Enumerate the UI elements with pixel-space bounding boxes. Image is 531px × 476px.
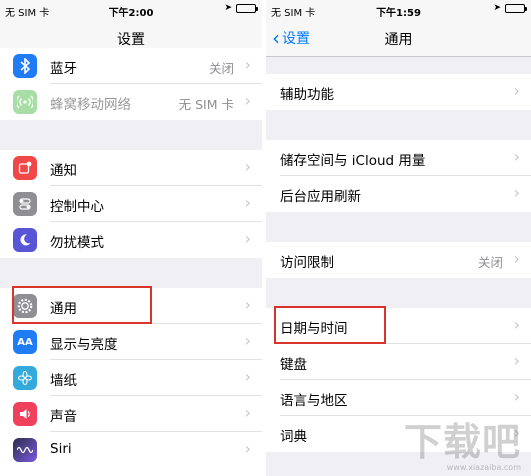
- chevron-right-icon: ›: [513, 147, 520, 166]
- general-row-date-time[interactable]: 日期与时间 ›: [266, 308, 531, 344]
- row-label: 控制中心: [50, 199, 104, 215]
- battery-icon: [505, 3, 527, 13]
- nav-bar: ‹ 设置 通用: [266, 20, 531, 57]
- row-label: Siri: [50, 441, 72, 457]
- page-title: 设置: [117, 32, 145, 48]
- notifications-icon: [13, 156, 37, 180]
- location-icon: ➤: [224, 3, 232, 13]
- row-label: 访问限制: [280, 255, 334, 271]
- location-icon: ➤: [493, 3, 501, 13]
- settings-row-siri[interactable]: Siri ›: [0, 432, 262, 476]
- row-label: 通知: [50, 163, 77, 179]
- settings-row-bluetooth[interactable]: 蓝牙 关闭 ›: [0, 48, 262, 84]
- row-label: 勿扰模式: [50, 235, 104, 251]
- settings-row-display[interactable]: AA 显示与亮度 ›: [0, 324, 262, 360]
- settings-row-general[interactable]: 通用 ›: [0, 288, 262, 324]
- status-time: 下午2:00: [108, 8, 154, 19]
- row-value: 关闭: [477, 255, 503, 270]
- sound-icon: [13, 402, 37, 426]
- settings-row-control-center[interactable]: 控制中心 ›: [0, 186, 262, 222]
- control-center-icon: [13, 192, 37, 216]
- status-time: 下午1:59: [376, 8, 421, 19]
- moon-icon: [13, 228, 37, 252]
- row-label: 词典: [280, 429, 307, 445]
- row-label: 键盘: [280, 357, 307, 373]
- chevron-right-icon: ›: [244, 367, 251, 386]
- battery-icon: [236, 3, 258, 13]
- wallpaper-icon: [13, 366, 37, 390]
- chevron-right-icon: ›: [513, 249, 520, 268]
- general-screen: 无 SIM 卡 下午1:59 ➤ ‹ 设置 通用 辅助功能 › 储存空间与 iC…: [266, 0, 531, 476]
- general-row-keyboard[interactable]: 键盘 ›: [266, 344, 531, 380]
- settings-row-do-not-disturb[interactable]: 勿扰模式 ›: [0, 222, 262, 258]
- bluetooth-icon: [13, 54, 37, 78]
- chevron-right-icon: ›: [244, 331, 251, 350]
- row-label: 墙纸: [50, 373, 77, 389]
- chevron-right-icon: ›: [244, 157, 251, 176]
- row-label: 语言与地区: [280, 393, 348, 409]
- general-row-storage[interactable]: 储存空间与 iCloud 用量 ›: [266, 140, 531, 176]
- display-icon: AA: [13, 330, 37, 354]
- general-row-accessibility[interactable]: 辅助功能 ›: [266, 74, 531, 110]
- chevron-right-icon: ›: [513, 387, 520, 406]
- settings-row-wallpaper[interactable]: 墙纸 ›: [0, 360, 262, 396]
- chevron-right-icon: ›: [244, 55, 251, 74]
- row-value: 无 SIM 卡: [178, 97, 234, 112]
- gear-icon: [13, 294, 37, 318]
- settings-screen: 无 SIM 卡 下午2:00 ➤ 设置 蓝牙 关闭 › 蜂窝移动网络 无 SIM…: [0, 0, 262, 476]
- row-label: 声音: [50, 409, 77, 425]
- row-label: 后台应用刷新: [280, 189, 361, 205]
- chevron-right-icon: ›: [244, 229, 251, 248]
- chevron-right-icon: ›: [513, 183, 520, 202]
- cellular-icon: [13, 90, 37, 114]
- chevron-right-icon: ›: [244, 439, 251, 458]
- row-label: 蓝牙: [50, 61, 77, 77]
- chevron-right-icon: ›: [244, 193, 251, 212]
- row-label: 日期与时间: [280, 321, 348, 337]
- siri-icon: [13, 438, 37, 462]
- settings-row-sounds[interactable]: 声音 ›: [0, 396, 262, 432]
- status-bar: 无 SIM 卡 下午1:59 ➤: [266, 0, 531, 20]
- row-label: 通用: [50, 301, 77, 317]
- settings-row-cellular[interactable]: 蜂窝移动网络 无 SIM 卡 ›: [0, 84, 262, 120]
- chevron-right-icon: ›: [244, 295, 251, 314]
- row-value: 关闭: [208, 61, 234, 76]
- chevron-right-icon: ›: [513, 351, 520, 370]
- watermark-logo: 下载吧: [403, 420, 521, 464]
- row-label: 蜂窝移动网络: [50, 97, 131, 113]
- settings-row-notifications[interactable]: 通知 ›: [0, 150, 262, 186]
- chevron-right-icon: ›: [513, 315, 520, 334]
- page-title: 通用: [384, 32, 413, 48]
- general-row-background-refresh[interactable]: 后台应用刷新 ›: [266, 176, 531, 212]
- chevron-right-icon: ›: [244, 91, 251, 110]
- chevron-right-icon: ›: [244, 403, 251, 422]
- general-row-restrictions[interactable]: 访问限制 关闭 ›: [266, 242, 531, 278]
- status-bar: 无 SIM 卡 下午2:00 ➤: [0, 0, 262, 20]
- row-label: 辅助功能: [280, 87, 334, 103]
- row-label: 显示与亮度: [50, 337, 118, 353]
- row-label: 储存空间与 iCloud 用量: [280, 153, 426, 169]
- chevron-right-icon: ›: [513, 81, 520, 100]
- watermark-url: www.xiazaiba.com: [446, 463, 521, 472]
